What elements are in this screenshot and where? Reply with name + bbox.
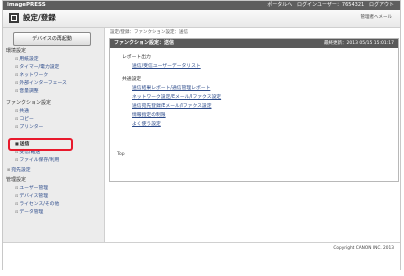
common-settings-label: 共通設定 bbox=[122, 77, 142, 82]
settings-home-icon bbox=[9, 13, 19, 23]
report-output-label: レポート出力 bbox=[122, 55, 151, 60]
sidebar-section-management: 管理設定 bbox=[6, 177, 27, 183]
sidebar-item-file-storage[interactable]: ファイル保存/利用 bbox=[15, 157, 59, 164]
sidebar-item-printer[interactable]: プリンター bbox=[15, 124, 43, 131]
link-network-email-ifax[interactable]: ネットワーク設定/Eメール/Iファクス設定 bbox=[132, 95, 221, 101]
sidebar-item-data-management[interactable]: データ管理 bbox=[15, 209, 43, 216]
sidebar: デバイスの再起動 環境設定 用紙設定 タイマー/電力設定 ネットワーク 外部イン… bbox=[3, 28, 105, 242]
link-destination-email-ifax[interactable]: 送信宛先登録/Eメール/Iファクス設定 bbox=[132, 104, 212, 110]
sidebar-item-user-management[interactable]: ユーザー管理 bbox=[15, 185, 48, 192]
link-send-result-report[interactable]: 送信結果レポート/通信管理レポート bbox=[132, 86, 210, 92]
sidebar-item-network[interactable]: ネットワーク bbox=[15, 72, 48, 79]
sidebar-item-volume[interactable]: 音量調整 bbox=[15, 88, 38, 95]
sidebar-item-external-interface[interactable]: 外部インターフェース bbox=[15, 80, 66, 87]
selection-highlight bbox=[8, 138, 73, 151]
footer: Copyright CANON INC. 2013 bbox=[3, 242, 400, 270]
sidebar-item-license[interactable]: ライセンス/その他 bbox=[15, 201, 59, 208]
panel-title: ファンクション設定：送信 bbox=[114, 40, 175, 46]
admin-mail-link[interactable]: 管理者へメール bbox=[361, 15, 393, 21]
sidebar-item-common[interactable]: 共通 bbox=[15, 108, 29, 115]
sidebar-item-copy[interactable]: コピー bbox=[15, 116, 33, 123]
title-bar: 設定/登録 管理者へメール bbox=[3, 10, 400, 28]
last-updated: 最終更新：2013 05/15 15:01:17 bbox=[324, 41, 394, 46]
page-title: 設定/登録 bbox=[23, 13, 56, 22]
copyright: Copyright CANON INC. 2013 bbox=[333, 246, 394, 251]
link-favorite-settings[interactable]: よく使う設定 bbox=[132, 122, 161, 128]
report-link-user-data-list[interactable]: 送信/受信ユーザーデータリスト bbox=[132, 64, 201, 70]
link-info-restriction[interactable]: 情報指定の制限 bbox=[132, 113, 166, 119]
top-link[interactable]: Top bbox=[117, 152, 125, 158]
panel-header: ファンクション設定：送信 最終更新：2013 05/15 15:01:17 bbox=[110, 39, 398, 48]
sidebar-item-paper[interactable]: 用紙設定 bbox=[15, 56, 38, 63]
sidebar-section-destination[interactable]: 宛先設定 bbox=[7, 167, 30, 174]
sidebar-section-function: ファンクション設定 bbox=[6, 100, 52, 106]
portal-link[interactable]: ポータルへ bbox=[267, 2, 292, 8]
logout-link[interactable]: ログアウト bbox=[369, 2, 394, 8]
settings-panel: ファンクション設定：送信 最終更新：2013 05/15 15:01:17 レポ… bbox=[109, 38, 399, 182]
sidebar-item-device-management[interactable]: デバイス管理 bbox=[15, 193, 48, 200]
top-right-nav: ポータルへ ログインユーザー：7654321 ログアウト bbox=[267, 2, 394, 9]
sidebar-item-timer[interactable]: タイマー/電力設定 bbox=[15, 64, 59, 71]
top-bar: imagePRESS ポータルへ ログインユーザー：7654321 ログアウト bbox=[3, 1, 400, 10]
brand-logo: imagePRESS bbox=[7, 2, 46, 8]
browser-frame: imagePRESS ポータルへ ログインユーザー：7654321 ログアウト … bbox=[2, 0, 401, 270]
main-content: 設定/登録：ファンクション設定：送信 ファンクション設定：送信 最終更新：201… bbox=[106, 28, 399, 242]
restart-device-button[interactable]: デバイスの再起動 bbox=[13, 32, 91, 46]
breadcrumb: 設定/登録：ファンクション設定：送信 bbox=[110, 30, 189, 35]
sidebar-section-environment: 環境設定 bbox=[6, 48, 27, 54]
login-user: ログインユーザー：7654321 bbox=[297, 2, 365, 8]
